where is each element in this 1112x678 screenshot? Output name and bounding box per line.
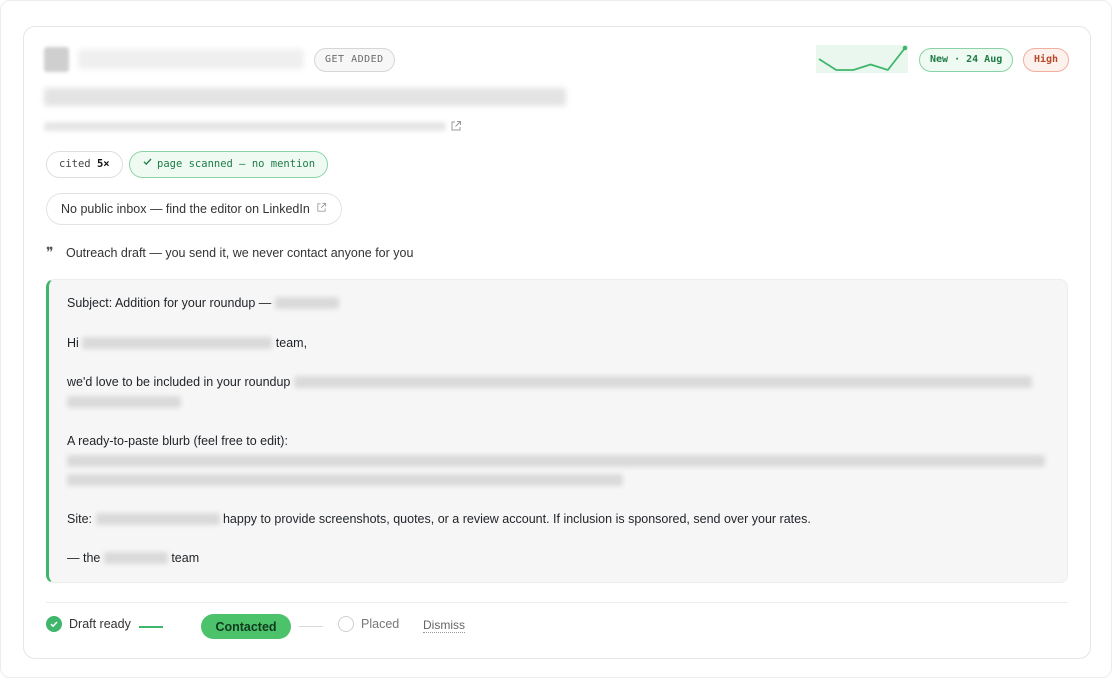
article-title-redacted xyxy=(44,88,566,106)
cited-label: cited xyxy=(59,158,91,170)
outreach-heading-text: Outreach draft — you send it, we never c… xyxy=(66,246,414,260)
draft-intro: we'd love to be included in your roundup xyxy=(67,375,1032,389)
dismiss-link[interactable]: Dismiss xyxy=(423,618,465,633)
signoff-prefix: — the xyxy=(67,551,101,565)
external-link-icon xyxy=(450,120,462,132)
greeting-hi: Hi xyxy=(67,336,79,350)
pipeline-connector-pending xyxy=(299,626,323,627)
quote-icon: ❞ xyxy=(46,245,54,261)
draft-blurb-line-2 xyxy=(67,473,623,487)
check-icon xyxy=(142,152,153,177)
draft-blurb-line-1 xyxy=(67,454,1045,468)
draft-subject: Subject: Addition for your roundup — xyxy=(67,296,339,310)
site-label: Site: xyxy=(67,512,93,526)
blurb-intro-text: A ready-to-paste blurb (feel free to edi… xyxy=(67,434,288,448)
contacted-button[interactable]: Contacted xyxy=(201,614,291,639)
priority-badge: High xyxy=(1023,48,1070,72)
site-name-redacted xyxy=(82,337,273,349)
stage-placed[interactable]: Placed xyxy=(338,616,399,632)
stage-draft-ready-label: Draft ready xyxy=(69,617,131,631)
scanned-label: page scanned — no mention xyxy=(157,158,316,170)
draft-intro-cont xyxy=(67,395,181,409)
stage-draft-ready: Draft ready xyxy=(46,616,131,632)
outreach-draft-box: Subject: Addition for your roundup — Hi … xyxy=(46,279,1068,583)
brand-name-redacted xyxy=(103,552,168,564)
roundup-title-redacted xyxy=(293,376,1032,388)
get-added-tag: GET ADDED xyxy=(314,48,395,72)
roundup-url-redacted xyxy=(67,396,181,408)
greeting-team: team, xyxy=(275,336,308,350)
brand-name-redacted xyxy=(274,297,339,309)
draft-greeting: Hi team, xyxy=(67,336,307,350)
external-link-icon xyxy=(316,194,327,224)
outreach-card: GET ADDED New · 24 Aug High cited 5× pag… xyxy=(23,26,1091,659)
cited-count: 5× xyxy=(96,158,110,170)
site-tail-text: happy to provide screenshots, quotes, or… xyxy=(222,512,811,526)
stage-placed-label: Placed xyxy=(361,617,400,631)
cited-count-chip: cited 5× xyxy=(46,151,123,178)
subject-text: Subject: Addition for your roundup — xyxy=(67,296,272,310)
intro-text: we'd love to be included in your roundup xyxy=(67,375,291,389)
draft-signoff: — the team xyxy=(67,551,199,565)
pipeline-connector-done xyxy=(139,626,163,628)
site-url-redacted xyxy=(95,513,220,525)
outreach-heading: ❞ Outreach draft — you send it, we never… xyxy=(46,245,413,261)
sparkline-endpoint xyxy=(902,45,908,51)
inbox-label: No public inbox — find the editor on Lin… xyxy=(61,202,310,216)
blurb-redacted-1 xyxy=(67,455,1045,467)
empty-circle-icon xyxy=(338,616,354,632)
site-domain-redacted xyxy=(78,49,304,69)
find-editor-linkedin-link[interactable]: No public inbox — find the editor on Lin… xyxy=(46,193,342,225)
article-url-redacted xyxy=(44,121,446,131)
signoff-suffix: team xyxy=(171,551,200,565)
article-url-link[interactable] xyxy=(44,118,462,134)
check-circle-icon xyxy=(46,616,62,632)
draft-site: Site: happy to provide screenshots, quot… xyxy=(67,512,811,526)
page-scanned-chip: page scanned — no mention xyxy=(129,151,329,178)
status-badge: New · 24 Aug xyxy=(919,48,1014,72)
site-favicon xyxy=(44,47,69,72)
activity-sparkline xyxy=(816,45,908,73)
page-frame: GET ADDED New · 24 Aug High cited 5× pag… xyxy=(0,0,1112,678)
blurb-redacted-2 xyxy=(67,474,623,486)
status-pipeline: Draft ready Contacted Placed Dismiss xyxy=(46,602,1068,639)
draft-blurb-intro: A ready-to-paste blurb (feel free to edi… xyxy=(67,434,288,448)
